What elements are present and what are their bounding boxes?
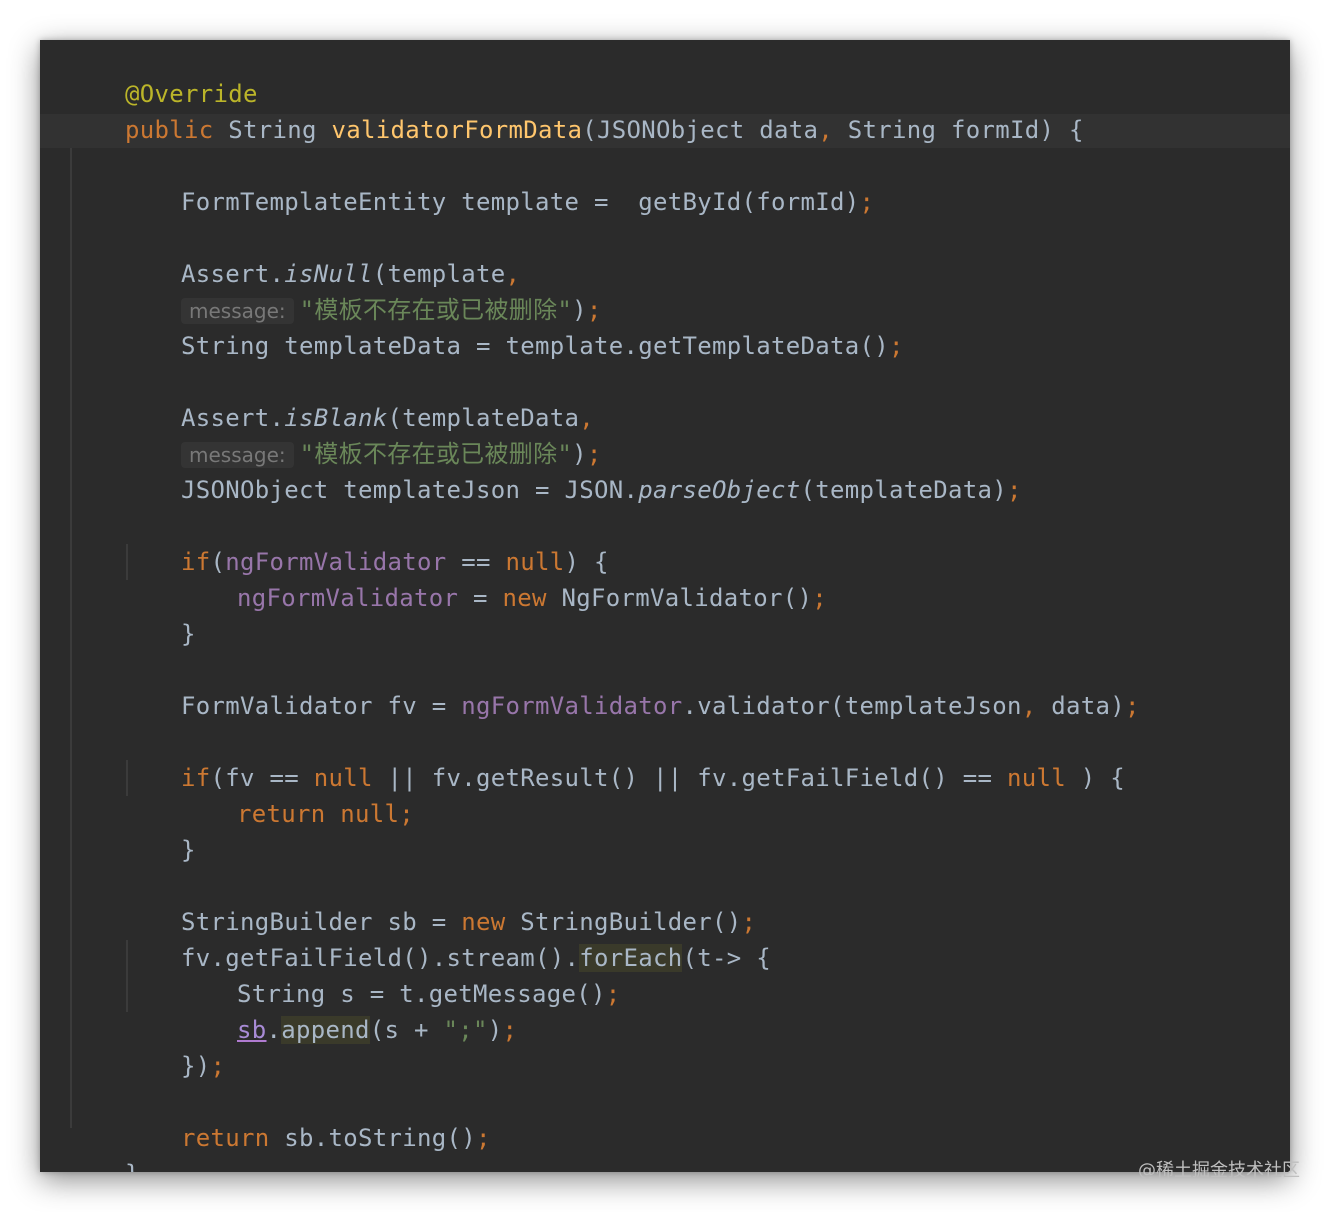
type-string: String [213, 116, 332, 144]
code-line-annotation[interactable]: @Override [66, 40, 258, 108]
code-line-close-method[interactable]: } [66, 1120, 140, 1172]
args: (templateData) [800, 476, 1007, 504]
code-line-assert-isblank[interactable]: Assert.isBlank(templateData, message: "模板… [122, 364, 602, 468]
code-line-if-fv[interactable]: if(fv == null || fv.getResult() || fv.ge… [122, 724, 1125, 792]
statement: JSONObject templateJson = JSON. [181, 476, 639, 504]
lambda: (t-> { [682, 944, 771, 972]
code-line-close-lambda[interactable]: }); [122, 1012, 225, 1080]
field-ref: ngFormValidator [237, 584, 459, 612]
method-highlight: append [281, 1016, 370, 1044]
class-ref: Assert. [181, 260, 285, 288]
semicolon: ; [812, 584, 827, 612]
call: .validator(templateJson [682, 692, 1022, 720]
static-method: parseObject [638, 476, 801, 504]
params-2: String formId) { [833, 116, 1084, 144]
code-line-return-null[interactable]: return null; [178, 760, 414, 828]
static-method: isNull [284, 260, 373, 288]
semicolon: ; [888, 332, 904, 360]
keyword-return: return [237, 800, 326, 828]
class-ref: Assert. [181, 404, 285, 432]
operator: = [458, 584, 503, 612]
indent-guide-method [70, 148, 72, 1128]
code-line-get-message[interactable]: String s = t.getMessage(); [178, 940, 620, 1008]
constructor: NgFormValidator() [546, 584, 813, 612]
keyword-public: public [125, 116, 214, 144]
watermark: @稀土掘金技术社区 [1138, 1160, 1300, 1181]
args: (s + [369, 1016, 444, 1044]
keyword-null: null [1006, 764, 1066, 792]
semicolon: ; [1006, 476, 1022, 504]
code-line-parse-json[interactable]: JSONObject templateJson = JSON.parseObje… [122, 436, 1022, 504]
captured-variable: sb [237, 1016, 267, 1044]
statement: FormValidator fv = [181, 692, 462, 720]
code-line-string-builder[interactable]: StringBuilder sb = new StringBuilder(); [122, 868, 756, 936]
dot: . [266, 1016, 282, 1044]
code-line-form-validator[interactable]: FormValidator fv = ngFormValidator.valid… [122, 652, 1140, 720]
code-line-if-null-validator[interactable]: if(ngFormValidator == null) { [122, 508, 609, 576]
brace-open: ) { [1065, 764, 1125, 792]
args: (template [372, 260, 506, 288]
comma: , [1021, 692, 1037, 720]
semicolon: ; [859, 188, 875, 216]
brace-close: } [181, 620, 196, 648]
semicolon: ; [502, 1016, 518, 1044]
code-line-append[interactable]: sb.append(s + ";"); [178, 976, 517, 1044]
keyword-return: return [181, 1124, 270, 1152]
code-line-get-template[interactable]: FormTemplateEntity template = getById(fo… [122, 148, 874, 216]
semicolon: ; [210, 1052, 226, 1080]
code-line-close-if-2[interactable]: } [122, 796, 196, 864]
code-line-assert-isnull[interactable]: Assert.isNull(template, message: "模板不存在或已… [122, 220, 602, 324]
brace-close: } [125, 1160, 140, 1172]
paren: ) [487, 1016, 503, 1044]
code-line-foreach[interactable]: fv.getFailField().stream().forEach(t-> { [122, 904, 771, 972]
return-value: sb.toString() [269, 1124, 476, 1152]
field-ref: ngFormValidator [461, 692, 683, 720]
semicolon: ; [476, 1124, 491, 1152]
statement: String templateData = template.getTempla… [181, 332, 889, 360]
comma: , [505, 260, 521, 288]
lambda-close: }) [181, 1052, 211, 1080]
keyword-null: null [325, 800, 400, 828]
keyword-new: new [502, 584, 547, 612]
static-method: isBlank [284, 404, 388, 432]
args: (templateData [387, 404, 580, 432]
comma: , [818, 116, 833, 144]
method-name: validatorFormData [331, 116, 583, 144]
statement: FormTemplateEntity template = getById(fo… [181, 188, 860, 216]
code-line-close-if[interactable]: } [122, 580, 196, 648]
code-editor[interactable]: @Override public String validatorFormDat… [40, 40, 1290, 1172]
code-line-signature[interactable]: public String validatorFormData(JSONObje… [66, 76, 1084, 144]
semicolon: ; [1124, 692, 1140, 720]
semicolon: ; [605, 980, 621, 1008]
params: (JSONObject data [582, 116, 819, 144]
code-line-new-validator[interactable]: ngFormValidator = new NgFormValidator(); [178, 544, 827, 612]
code-line-template-data[interactable]: String templateData = template.getTempla… [122, 292, 904, 360]
comma: , [579, 404, 594, 432]
brace-close: } [181, 836, 196, 864]
condition-2: || fv.getResult() || fv.getFailField() =… [372, 764, 1007, 792]
code-line-return-sb[interactable]: return sb.toString(); [122, 1084, 491, 1152]
call-end: data) [1036, 692, 1125, 720]
string-literal: ";" [443, 1016, 488, 1044]
semicolon: ; [399, 800, 414, 828]
